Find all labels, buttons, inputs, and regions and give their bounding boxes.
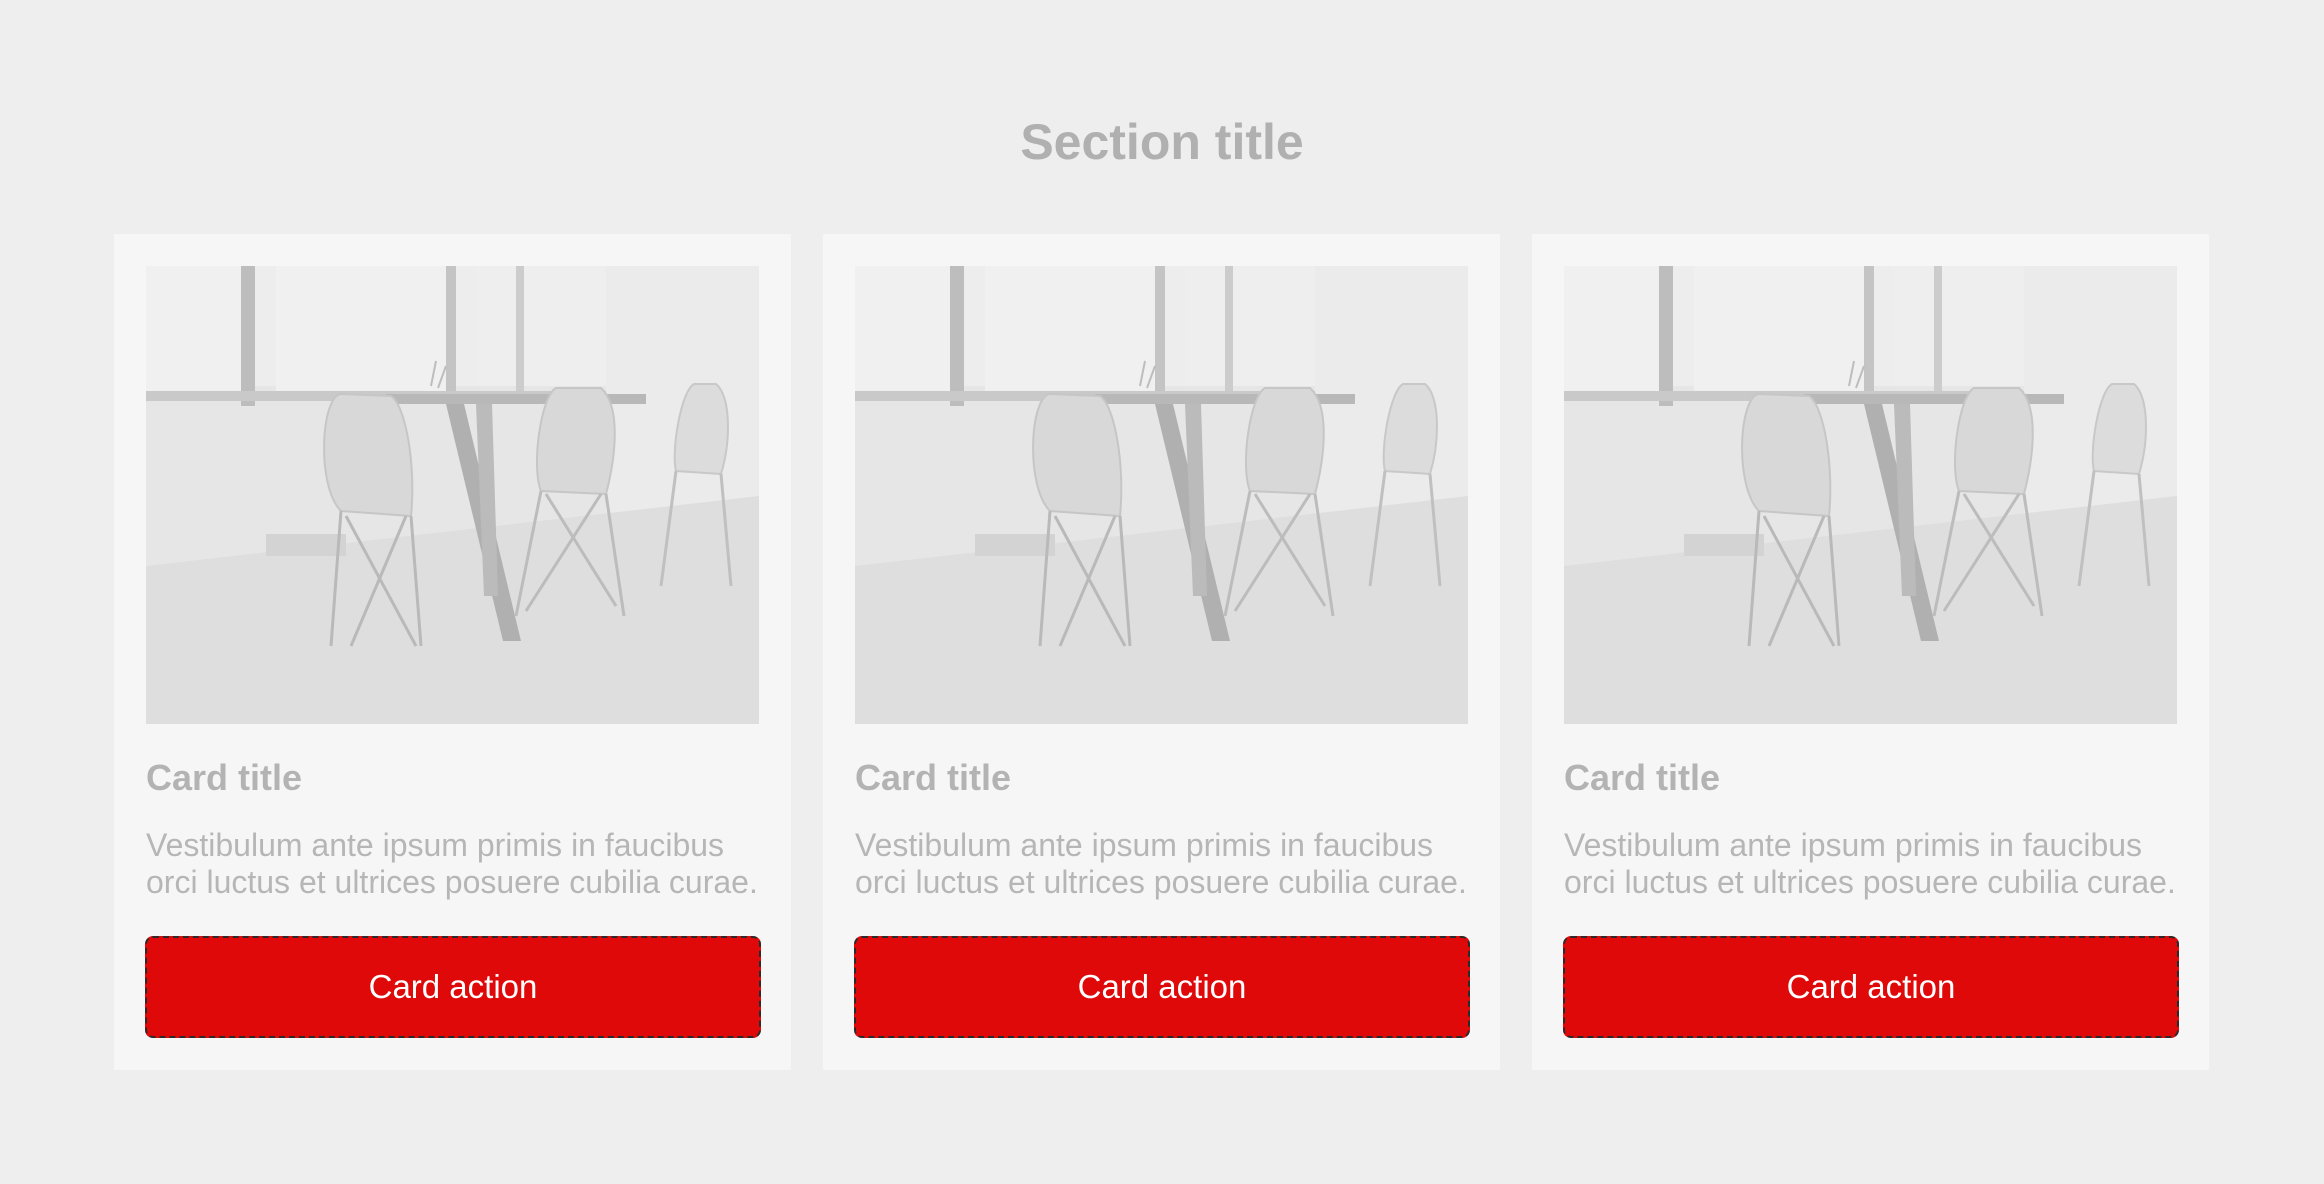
card-action-button[interactable]: Card action (1563, 936, 2179, 1038)
card-image (855, 266, 1468, 724)
card-description: Vestibulum ante ipsum primis in faucibus… (146, 827, 758, 900)
card-image (1564, 266, 2177, 724)
card-title: Card title (855, 757, 1012, 798)
card: Card title Vestibulum ante ipsum primis … (1532, 234, 2209, 1070)
section-title: Section title (1020, 114, 1304, 170)
card-description: Vestibulum ante ipsum primis in faucibus… (855, 827, 1467, 900)
card-title: Card title (1564, 757, 1721, 798)
card-action-button[interactable]: Card action (854, 936, 1470, 1038)
card-title: Card title (146, 757, 303, 798)
card-description: Vestibulum ante ipsum primis in faucibus… (1564, 827, 2176, 900)
card-image (146, 266, 759, 724)
card: Card title Vestibulum ante ipsum primis … (823, 234, 1500, 1070)
card-list: Card title Vestibulum ante ipsum primis … (114, 234, 2209, 1070)
card: Card title Vestibulum ante ipsum primis … (114, 234, 791, 1070)
card-action-button[interactable]: Card action (145, 936, 761, 1038)
